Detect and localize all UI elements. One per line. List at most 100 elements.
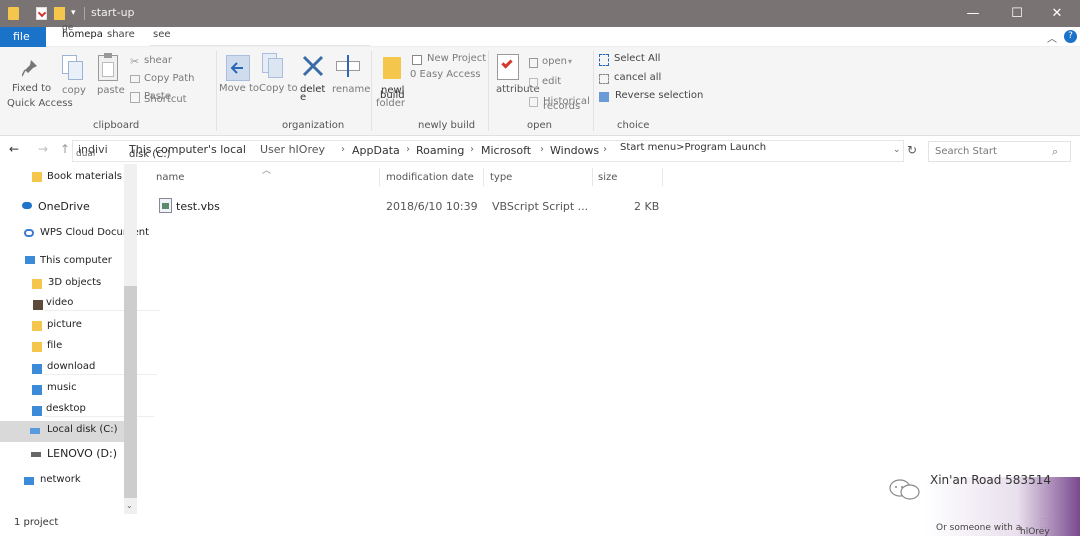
column-divider[interactable] bbox=[483, 168, 484, 186]
nav-divider bbox=[44, 416, 154, 417]
properties-icon[interactable] bbox=[36, 7, 47, 20]
ribbon-separator bbox=[371, 51, 372, 131]
nav-scrollbar-thumb[interactable] bbox=[124, 286, 137, 498]
properties-large-icon[interactable] bbox=[497, 54, 519, 80]
nav-item-music[interactable]: music bbox=[47, 382, 77, 393]
nav-item-this-computer[interactable]: This computer bbox=[40, 255, 112, 266]
select-none-icon[interactable] bbox=[599, 74, 609, 84]
nav-item-network[interactable]: network bbox=[40, 474, 81, 485]
crumb-appdata[interactable]: AppData bbox=[352, 144, 400, 157]
desktop-icon bbox=[32, 406, 42, 416]
nav-item-book-materials[interactable]: Book materials bbox=[47, 171, 122, 182]
delete-label-b[interactable]: e bbox=[300, 92, 306, 103]
up-button[interactable]: ↑ bbox=[60, 142, 70, 156]
column-header-size[interactable]: size bbox=[598, 172, 617, 183]
copy-to-label[interactable]: Copy to bbox=[259, 83, 298, 94]
column-header-name[interactable]: name bbox=[156, 172, 184, 183]
ribbon-separator bbox=[593, 51, 594, 131]
paste-shortcut-label-b[interactable]: Shortcut bbox=[144, 94, 187, 105]
help-icon[interactable]: ? bbox=[1064, 30, 1077, 43]
easy-access-label[interactable]: 0 Easy Access bbox=[410, 69, 481, 80]
crumb-windows[interactable]: Windows bbox=[550, 144, 599, 157]
copy-label[interactable]: copy bbox=[62, 85, 86, 96]
close-button[interactable]: ✕ bbox=[1034, 0, 1080, 27]
new-folder-label-c[interactable]: folder bbox=[376, 98, 405, 109]
history-label-b[interactable]: records bbox=[543, 101, 580, 112]
nav-item-lenovo-d[interactable]: LENOVO (D:) bbox=[47, 447, 117, 460]
paste-shortcut-icon[interactable] bbox=[130, 92, 140, 103]
tab-file[interactable]: file bbox=[0, 27, 46, 47]
copy-to-icon[interactable] bbox=[262, 53, 284, 79]
history-icon[interactable] bbox=[529, 97, 538, 107]
crumb-disk[interactable]: disk (C:) bbox=[129, 149, 170, 160]
crumb-user[interactable]: User hIOrey bbox=[260, 143, 325, 156]
search-input[interactable]: Search Start bbox=[928, 141, 1071, 162]
tab-underline bbox=[150, 45, 370, 46]
paste-icon[interactable] bbox=[98, 53, 118, 81]
nav-item-desktop[interactable]: desktop bbox=[46, 403, 86, 414]
crumb-individual-b[interactable]: dual bbox=[76, 149, 95, 159]
minimize-button[interactable]: — bbox=[950, 0, 996, 27]
new-folder-quick-icon[interactable] bbox=[54, 7, 65, 20]
column-divider[interactable] bbox=[592, 168, 593, 186]
select-all-icon[interactable] bbox=[599, 54, 609, 66]
customize-quick-access-icon[interactable]: ▾ bbox=[71, 8, 76, 18]
edit-icon[interactable] bbox=[529, 78, 538, 88]
drive-c-icon bbox=[30, 428, 40, 434]
refresh-button[interactable]: ↻ bbox=[907, 143, 917, 157]
pin-icon[interactable] bbox=[21, 59, 38, 77]
nav-divider bbox=[44, 310, 160, 311]
rename-label[interactable]: rename bbox=[332, 84, 370, 95]
move-to-icon[interactable] bbox=[226, 55, 250, 81]
nav-item-onedrive[interactable]: OneDrive bbox=[38, 200, 90, 213]
copy-path-label[interactable]: Copy Path bbox=[144, 73, 195, 84]
nav-item-video[interactable]: video bbox=[46, 297, 73, 308]
nav-item-download[interactable]: download bbox=[47, 361, 95, 372]
address-row: ← → ↑ indivi dual This computer's local … bbox=[0, 139, 1080, 163]
delete-icon[interactable] bbox=[301, 53, 325, 83]
crumb-roaming[interactable]: Roaming bbox=[416, 144, 464, 157]
quick-access-label[interactable]: Quick Access bbox=[7, 98, 73, 109]
open-icon[interactable] bbox=[529, 58, 538, 68]
paste-label[interactable]: paste bbox=[97, 85, 125, 96]
pin-label[interactable]: Fixed to bbox=[12, 83, 51, 94]
new-folder-icon[interactable] bbox=[383, 57, 401, 79]
scroll-down-icon[interactable]: ⌄ bbox=[126, 501, 133, 510]
explorer-window: ▾ start-up — ☐ ✕ file homepa ge share se… bbox=[0, 0, 1080, 536]
nav-item-local-disk-c[interactable]: Local disk (C:) bbox=[47, 424, 118, 435]
forward-button[interactable]: → bbox=[38, 142, 48, 156]
invert-selection-icon[interactable] bbox=[599, 92, 609, 102]
watermark-line-3: hlOrey bbox=[1020, 527, 1050, 536]
collapse-ribbon-icon[interactable]: ︿ bbox=[1047, 30, 1057, 45]
rename-icon[interactable] bbox=[336, 55, 362, 77]
column-header-type[interactable]: type bbox=[490, 172, 512, 183]
crumb-microsoft[interactable]: Microsoft bbox=[481, 144, 531, 157]
select-none-label[interactable]: cancel all bbox=[614, 72, 661, 83]
new-item-label[interactable]: New Project bbox=[427, 53, 486, 64]
column-divider[interactable] bbox=[379, 168, 380, 186]
tab-share[interactable]: share bbox=[107, 29, 135, 40]
tab-view[interactable]: see bbox=[153, 29, 171, 40]
folder-icon bbox=[8, 7, 19, 20]
wechat-icon bbox=[888, 477, 922, 501]
select-all-label[interactable]: Select All bbox=[614, 53, 660, 64]
back-button[interactable]: ← bbox=[9, 142, 19, 156]
scissors-icon[interactable]: ✂ bbox=[130, 55, 139, 68]
copy-path-icon[interactable] bbox=[130, 75, 140, 83]
cut-label[interactable]: shear bbox=[144, 55, 172, 66]
open-label[interactable]: open bbox=[542, 56, 567, 67]
column-divider[interactable] bbox=[662, 168, 663, 186]
open-dropdown-icon[interactable]: ▾ bbox=[568, 57, 572, 66]
nav-item-3d-objects[interactable]: 3D objects bbox=[48, 277, 101, 288]
nav-item-picture[interactable]: picture bbox=[47, 319, 82, 330]
address-dropdown-icon[interactable]: ⌄ bbox=[893, 145, 901, 155]
move-to-label[interactable]: Move to bbox=[219, 83, 259, 94]
new-item-icon[interactable] bbox=[412, 55, 422, 65]
nav-item-file[interactable]: file bbox=[47, 340, 62, 351]
invert-selection-label[interactable]: Reverse selection bbox=[615, 90, 703, 101]
file-name[interactable]: test.vbs bbox=[176, 200, 220, 213]
copy-icon[interactable] bbox=[62, 55, 84, 81]
crumb-startup[interactable]: Start menu>Program Launch bbox=[620, 142, 766, 153]
edit-label[interactable]: edit bbox=[542, 76, 561, 87]
column-header-date[interactable]: modification date bbox=[386, 172, 474, 183]
